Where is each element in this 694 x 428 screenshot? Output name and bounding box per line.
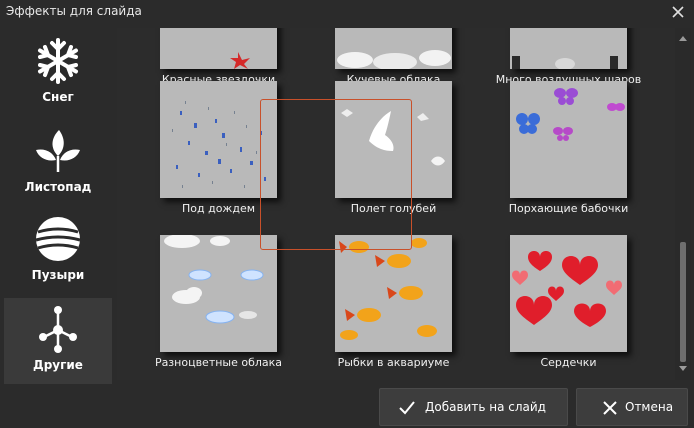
effect-card-aquarium-fish[interactable]: Рыбки в аквариуме (318, 231, 514, 380)
cancel-button[interactable]: Отмена (576, 388, 688, 426)
category-leaf-fall[interactable]: Листопад (4, 120, 112, 206)
scroll-down-arrow-icon[interactable] (679, 366, 687, 371)
effect-card-hearts[interactable]: Сердечки (493, 231, 689, 380)
category-sidebar: Снег Листопад Пузыри Другие (4, 28, 112, 384)
add-to-slide-label: Добавить на слайд (425, 400, 546, 414)
title-bar: Эффекты для слайда (0, 0, 694, 26)
window-title: Эффекты для слайда (6, 4, 142, 18)
scrollbar-thumb[interactable] (680, 242, 686, 362)
network-icon (39, 306, 77, 353)
effect-card-butterflies[interactable]: Порхающие бабочки (493, 77, 689, 227)
effect-thumbnail (160, 235, 277, 352)
effect-thumbnail (335, 28, 452, 69)
effect-thumbnail (335, 235, 452, 352)
effect-thumbnail (160, 28, 277, 69)
vertical-scrollbar[interactable] (675, 28, 691, 380)
cancel-label: Отмена (625, 400, 674, 414)
category-others[interactable]: Другие (4, 298, 112, 384)
checkmark-icon (399, 401, 415, 415)
effect-caption: Сердечки (540, 356, 597, 369)
effect-caption: Рыбки в аквариуме (337, 356, 450, 369)
effect-caption: Разноцветные облака (154, 356, 283, 369)
leaves-icon (36, 130, 80, 172)
add-to-slide-button[interactable]: Добавить на слайд (379, 388, 568, 426)
category-label: Другие (33, 358, 83, 372)
category-label: Пузыри (31, 268, 85, 282)
effect-thumbnail (510, 235, 627, 352)
effect-thumbnail (510, 81, 627, 198)
category-bubbles[interactable]: Пузыри (4, 208, 112, 294)
close-icon[interactable] (670, 4, 686, 20)
effects-panel: Красные звездочки Кучевые облака Много в… (117, 28, 691, 380)
category-label: Снег (42, 90, 74, 104)
snowflake-icon (38, 38, 78, 84)
effect-caption: Порхающие бабочки (508, 202, 629, 215)
scroll-up-arrow-icon[interactable] (679, 36, 687, 41)
close-icon (603, 401, 617, 415)
effect-card-colored-clouds[interactable]: Разноцветные облака (143, 231, 339, 380)
category-snow[interactable]: Снег (4, 30, 112, 116)
selection-highlight (260, 99, 412, 250)
category-label: Листопад (24, 180, 92, 194)
bubble-icon (35, 217, 81, 261)
effect-thumbnail (510, 28, 627, 69)
